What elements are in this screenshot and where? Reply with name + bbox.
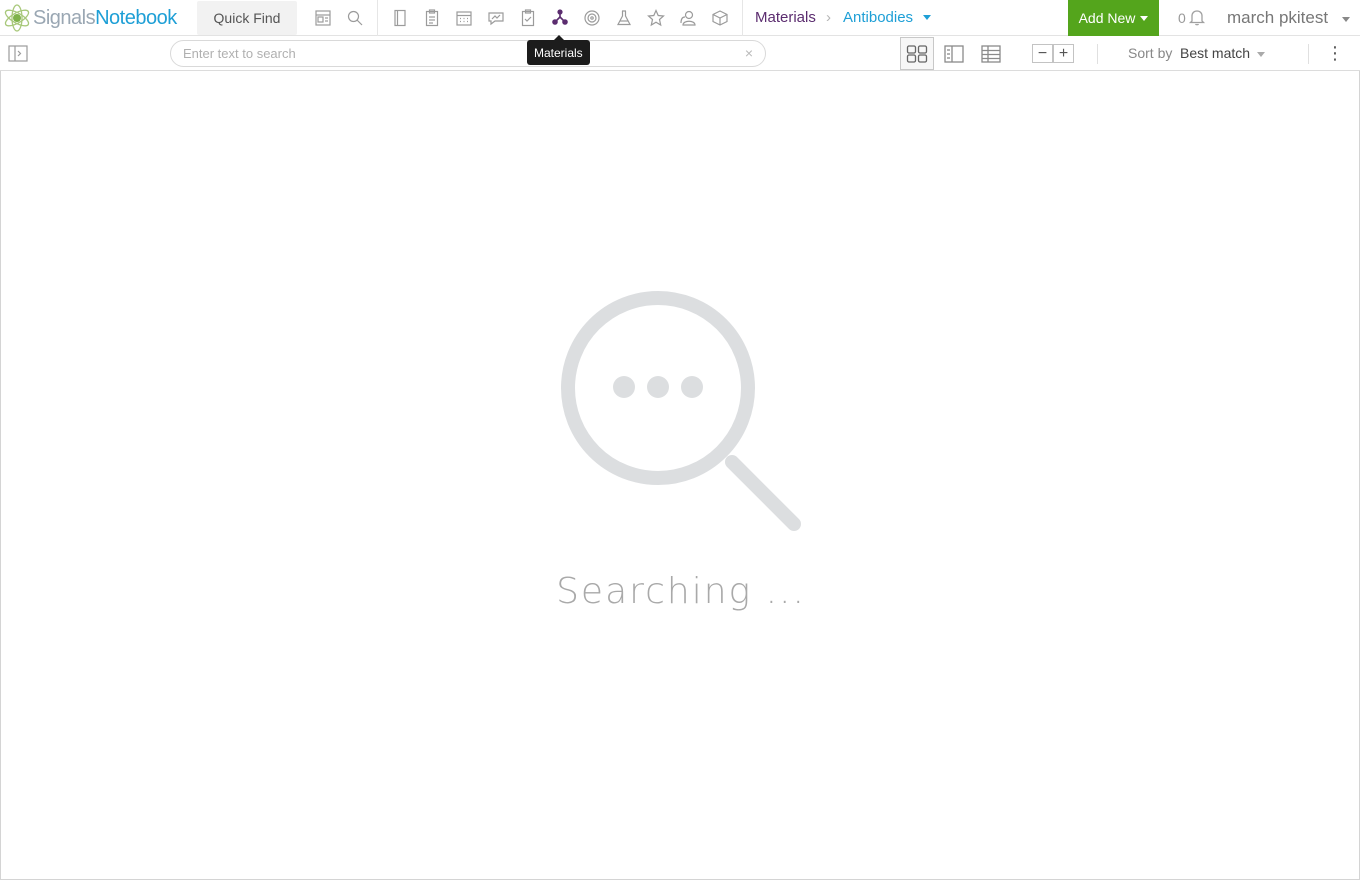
breadcrumb-materials[interactable]: Materials	[755, 9, 816, 26]
sort-by-label: Sort by	[1128, 45, 1173, 61]
notebook-icon[interactable]	[388, 6, 412, 30]
chevron-down-icon[interactable]	[923, 15, 931, 20]
add-new-label: Add New	[1078, 10, 1136, 26]
chevron-down-icon	[1140, 15, 1149, 21]
quick-find-button[interactable]: Quick Find	[197, 1, 297, 35]
searching-status-text: Searching ...	[556, 571, 806, 612]
message-icon[interactable]	[484, 6, 508, 30]
toolbar-divider	[1097, 44, 1098, 64]
chevron-down-icon[interactable]	[1342, 17, 1350, 22]
search-toolbar: × − + Sort by Best match ⋮	[0, 36, 1360, 71]
more-options-icon[interactable]: ⋮	[1326, 42, 1344, 64]
sort-dropdown[interactable]: Best match	[1180, 45, 1250, 61]
zoom-out-button[interactable]: −	[1032, 44, 1053, 63]
logo-icon	[4, 4, 30, 32]
task-icon[interactable]	[516, 6, 540, 30]
signals-notebook-logo[interactable]: SignalsNotebook	[2, 2, 177, 34]
star-icon[interactable]	[644, 6, 668, 30]
flask-icon[interactable]	[612, 6, 636, 30]
user-icon[interactable]	[676, 6, 700, 30]
sample-icon[interactable]	[580, 6, 604, 30]
entity-list-icon[interactable]	[311, 6, 335, 30]
results-area: Searching ...	[0, 71, 1360, 880]
user-menu[interactable]: march pkitest	[1227, 8, 1328, 28]
tile-view-button[interactable]	[900, 37, 934, 70]
toolbar-divider	[1308, 44, 1309, 64]
calendar-icon[interactable]	[452, 6, 476, 30]
notification-count[interactable]: 0	[1178, 10, 1186, 26]
nav-divider	[742, 0, 743, 36]
breadcrumb-antibodies[interactable]: Antibodies	[843, 9, 913, 26]
split-view-button[interactable]	[937, 37, 971, 70]
add-new-button[interactable]: Add New	[1068, 0, 1159, 36]
materials-icon[interactable]	[548, 6, 572, 30]
nav-divider	[377, 0, 378, 36]
bell-icon[interactable]	[1188, 8, 1206, 26]
searching-magnifier-icon	[561, 291, 801, 531]
box-icon[interactable]	[708, 6, 732, 30]
top-navigation-bar: SignalsNotebook Quick Find Materials › A…	[0, 0, 1360, 36]
chevron-down-icon[interactable]	[1257, 52, 1265, 57]
logo-text-notebook: Notebook	[95, 6, 177, 29]
zoom-in-button[interactable]: +	[1053, 44, 1074, 63]
panel-toggle-icon[interactable]	[8, 45, 28, 62]
breadcrumb-separator-icon: ›	[826, 9, 831, 26]
logo-wordmark: SignalsNotebook	[33, 7, 177, 30]
clear-search-icon[interactable]: ×	[745, 45, 753, 61]
search-input[interactable]	[183, 43, 733, 64]
logo-text-signals: Signals	[33, 6, 96, 29]
clipboard-icon[interactable]	[420, 6, 444, 30]
materials-tooltip: Materials	[527, 35, 590, 65]
search-icon[interactable]	[343, 6, 367, 30]
table-view-button[interactable]	[974, 37, 1008, 70]
search-box: ×	[170, 40, 766, 67]
